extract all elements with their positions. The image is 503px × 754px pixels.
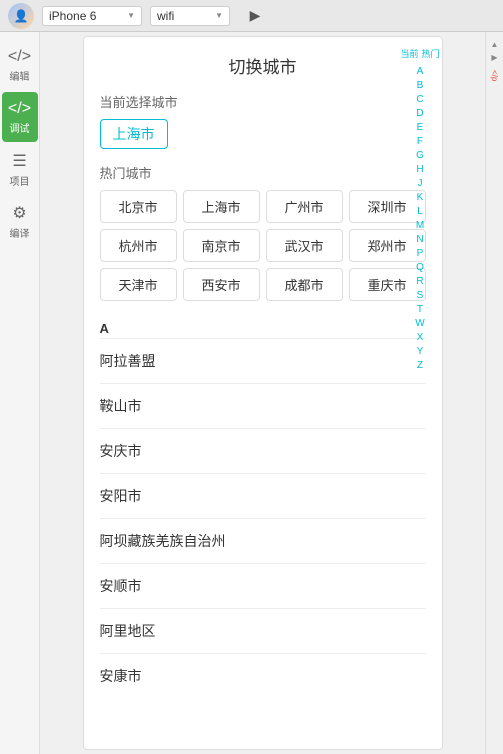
top-bar: 👤 iPhone 6 ▼ wifi ▼ ▶ — [0, 0, 503, 32]
alpha-N[interactable]: N — [416, 233, 423, 247]
alpha-T[interactable]: T — [417, 303, 423, 317]
current-city-tag[interactable]: 上海市 — [100, 119, 168, 149]
hot-city-btn[interactable]: 北京市 — [100, 190, 177, 223]
collapse-button[interactable]: ▶ — [242, 3, 268, 29]
sidebar-item-debug[interactable]: </> 调试 — [2, 92, 38, 142]
hot-city-btn[interactable]: 成都市 — [266, 268, 343, 301]
alpha-J[interactable]: J — [417, 177, 422, 191]
sidebar-item-edit-label: 编辑 — [10, 68, 30, 83]
sidebar-item-edit[interactable]: </> 编辑 — [2, 40, 38, 90]
alpha-S[interactable]: S — [417, 289, 424, 303]
wifi-dropdown-arrow: ▼ — [215, 11, 223, 20]
avatar: 👤 — [8, 3, 34, 29]
wifi-selector[interactable]: wifi ▼ — [150, 6, 230, 26]
city-item-安阳市[interactable]: 安阳市 — [100, 473, 426, 518]
city-item-安庆市[interactable]: 安庆市 — [100, 428, 426, 473]
hot-city-btn[interactable]: 天津市 — [100, 268, 177, 301]
city-list: A 阿拉善盟 鞍山市 安庆市 安阳市 阿坝藏族羌族自治州 安顺市 阿里地区 安康… — [100, 317, 426, 698]
debug-icon: </> — [8, 100, 31, 118]
alpha-L[interactable]: L — [417, 205, 423, 219]
alpha-E[interactable]: E — [417, 121, 424, 135]
city-item-鞍山市[interactable]: 鞍山市 — [100, 383, 426, 428]
sidebar-item-translate[interactable]: ⚙ 编译 — [2, 196, 38, 246]
sidebar-item-translate-label: 编译 — [10, 225, 30, 240]
hot-city-btn[interactable]: 广州市 — [266, 190, 343, 223]
sidebar-item-project[interactable]: ☰ 项目 — [2, 144, 38, 194]
hot-cities-grid: 北京市上海市广州市深圳市杭州市南京市武汉市郑州市天津市西安市成都市重庆市 — [100, 190, 426, 301]
project-icon: ☰ — [12, 151, 26, 171]
panel-arrow-right[interactable]: ▶ — [491, 53, 497, 62]
page-title: 切换城市 — [100, 53, 426, 78]
alpha-B[interactable]: B — [417, 79, 424, 93]
hot-city-btn[interactable]: 西安市 — [183, 268, 260, 301]
edit-icon: </> — [8, 48, 31, 66]
translate-icon: ⚙ — [12, 203, 26, 223]
alpha-M[interactable]: M — [416, 219, 424, 233]
city-item-阿拉善盟[interactable]: 阿拉善盟 — [100, 338, 426, 383]
alpha-C[interactable]: C — [416, 93, 423, 107]
device-dropdown-arrow: ▼ — [127, 11, 135, 20]
city-item-阿坝[interactable]: 阿坝藏族羌族自治州 — [100, 518, 426, 563]
city-item-安顺市[interactable]: 安顺市 — [100, 563, 426, 608]
alpha-Z[interactable]: Z — [417, 359, 423, 373]
alpha-G[interactable]: G — [416, 149, 424, 163]
alpha-top-current[interactable]: 当前 — [400, 47, 418, 61]
alpha-H[interactable]: H — [416, 163, 423, 177]
alpha-K[interactable]: K — [417, 191, 424, 205]
hot-city-btn[interactable]: 南京市 — [183, 229, 260, 262]
alpha-P[interactable]: P — [417, 247, 424, 261]
alpha-X[interactable]: X — [417, 331, 424, 345]
wifi-label: wifi — [157, 9, 174, 23]
sidebar-item-project-label: 项目 — [10, 173, 30, 188]
alpha-sidebar: 当前 热门 A B C D E F G H J K L M N P — [400, 47, 439, 373]
device-selector[interactable]: iPhone 6 ▼ — [42, 6, 142, 26]
main-layout: </> 编辑 </> 调试 ☰ 项目 ⚙ 编译 切换城市 当前选择城市 上海市 … — [0, 32, 503, 754]
alpha-top-hot[interactable]: 热门 — [421, 47, 439, 61]
alpha-Q[interactable]: Q — [416, 261, 424, 275]
panel-tag-label: </p — [490, 70, 499, 81]
alpha-R[interactable]: R — [416, 275, 423, 289]
alpha-F[interactable]: F — [417, 135, 423, 149]
device-label: iPhone 6 — [49, 9, 96, 23]
phone-screen: 切换城市 当前选择城市 上海市 热门城市 北京市上海市广州市深圳市杭州市南京市武… — [83, 36, 443, 750]
alpha-A[interactable]: A — [417, 65, 424, 79]
hot-city-btn[interactable]: 武汉市 — [266, 229, 343, 262]
simulator-area: 切换城市 当前选择城市 上海市 热门城市 北京市上海市广州市深圳市杭州市南京市武… — [40, 32, 485, 754]
right-panel: ▲ ▶ </p — [485, 32, 503, 754]
alpha-D[interactable]: D — [416, 107, 423, 121]
sidebar-item-debug-label: 调试 — [10, 120, 30, 135]
left-sidebar: </> 编辑 </> 调试 ☰ 项目 ⚙ 编译 — [0, 32, 40, 754]
hot-cities-label: 热门城市 — [100, 163, 426, 182]
city-item-安康市[interactable]: 安康市 — [100, 653, 426, 698]
panel-arrow-up[interactable]: ▲ — [491, 40, 499, 49]
alpha-section-A: A — [100, 317, 426, 338]
current-section-label: 当前选择城市 — [100, 92, 426, 111]
alpha-W[interactable]: W — [415, 317, 424, 331]
hot-city-btn[interactable]: 杭州市 — [100, 229, 177, 262]
content-area: 切换城市 当前选择城市 上海市 热门城市 北京市上海市广州市深圳市杭州市南京市武… — [84, 37, 442, 749]
city-item-阿里地区[interactable]: 阿里地区 — [100, 608, 426, 653]
alpha-Y[interactable]: Y — [417, 345, 424, 359]
hot-city-btn[interactable]: 上海市 — [183, 190, 260, 223]
